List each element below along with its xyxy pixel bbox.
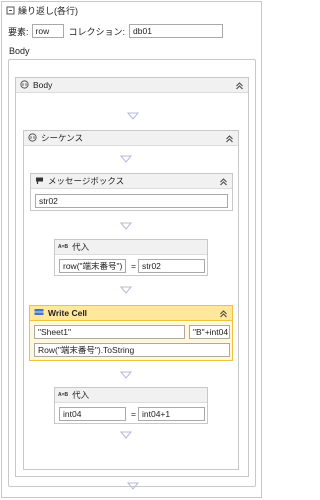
message-box-text-field[interactable]: str02 [35,194,228,208]
element-label: 要素: [8,26,29,37]
assign-1-header[interactable]: A=B 代入 [55,240,207,255]
foreach-row-header[interactable]: 繰り返し(各行) [2,2,261,18]
assign-1-value-field[interactable]: str02 [138,259,205,273]
assign-2-equals: = [131,409,136,419]
message-box-title: メッセージボックス [48,176,125,186]
assign-1-title: 代入 [72,242,90,252]
write-cell-range-field[interactable]: "B"+int04 [189,325,230,339]
collection-field[interactable]: db01 [129,24,224,38]
assign-activity-2[interactable]: A=B 代入 int04 = int04+1 [54,387,208,424]
assign-1-equals: = [131,261,136,271]
foreach-row-activity[interactable]: 繰り返し(各行) 要素: row コレクション: db01 Body Body [1,1,262,498]
assign-2-to-field[interactable]: int04 [59,407,126,421]
sequence-icon [28,132,37,144]
body-container: Body シーケンス メッセージボックス str02 A=B 代入 row("端… [8,59,256,490]
body-sequence[interactable]: Body シーケンス メッセージボックス str02 A=B 代入 row("端… [15,77,249,490]
arrow-down-icon [120,155,132,163]
arrow-down-icon [120,431,132,439]
assign-2-value-field[interactable]: int04+1 [138,407,205,421]
assign-2-title: 代入 [72,390,90,400]
message-box-header[interactable]: メッセージボックス [31,174,232,189]
body-sequence-header[interactable]: Body [16,78,248,93]
arrow-down-icon [127,112,139,120]
write-cell-sheet-field[interactable]: "Sheet1" [34,325,185,339]
arrow-down-icon [127,482,139,490]
message-box-icon [35,176,44,187]
inner-sequence-title: シーケンス [41,133,84,143]
body-label: Body [9,46,30,56]
sequence-icon [20,79,29,91]
assign-icon: A=B [58,392,69,398]
arrow-down-icon [120,371,132,379]
assign-1-to-field[interactable]: row("端末番号") [59,259,126,273]
write-cell-value-field[interactable]: Row("端末番号").ToString [34,343,230,357]
inner-sequence[interactable]: シーケンス メッセージボックス str02 A=B 代入 row("端末番号")… [23,130,239,470]
collapse-icon[interactable] [225,134,234,143]
collapse-icon[interactable] [219,309,228,318]
write-cell-header[interactable]: Write Cell [30,306,232,321]
assign-activity-1[interactable]: A=B 代入 row("端末番号") = str02 [54,239,208,276]
assign-2-header[interactable]: A=B 代入 [55,388,207,403]
element-field[interactable]: row [31,24,64,38]
write-cell-title: Write Cell [48,308,88,318]
collection-label: コレクション: [68,26,126,37]
arrow-down-icon [120,222,132,230]
assign-icon: A=B [58,244,69,250]
inner-sequence-header[interactable]: シーケンス [24,131,238,146]
loop-icon [6,6,15,15]
collapse-icon[interactable] [235,81,244,90]
collapse-icon[interactable] [219,177,228,186]
body-sequence-title: Body [33,80,53,90]
foreach-row-title: 繰り返し(各行) [18,5,78,16]
foreach-row-params: 要素: row コレクション: db01 [8,24,224,38]
arrow-down-icon [120,286,132,294]
write-cell-activity[interactable]: Write Cell "Sheet1" "B"+int04 Row("端末番号"… [29,305,233,361]
message-box-activity[interactable]: メッセージボックス str02 [30,173,233,211]
write-cell-icon [34,308,44,318]
